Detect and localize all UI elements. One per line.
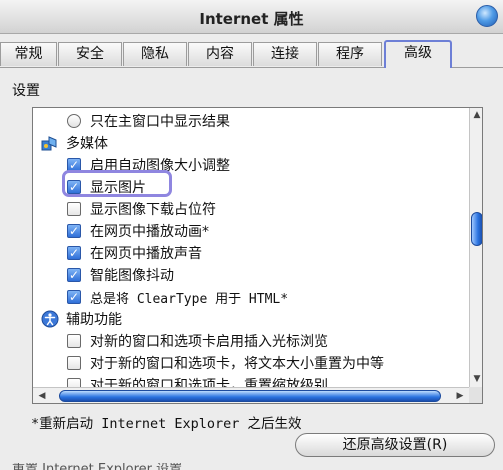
setting-reset-text-size[interactable]: 对于新的窗口和选项卡，将文本大小重置为中等 bbox=[33, 352, 453, 374]
setting-label: 总是将 ClearType 用于 HTML* bbox=[90, 291, 289, 307]
restore-advanced-settings-button[interactable]: 还原高级设置(R) bbox=[295, 433, 495, 457]
setting-show-pictures[interactable]: ✓ 显示图片 bbox=[33, 176, 453, 198]
window-orb-button[interactable] bbox=[476, 5, 498, 27]
checkbox[interactable] bbox=[67, 356, 81, 370]
scroll-up-arrow-icon[interactable]: ▲ bbox=[471, 108, 482, 122]
checkbox[interactable]: ✓ bbox=[67, 268, 81, 282]
horizontal-scrollbar[interactable]: ◀ ▶ bbox=[33, 387, 469, 403]
tab-privacy[interactable]: 隐私 bbox=[123, 42, 187, 66]
setting-cleartype-html[interactable]: ✓ 总是将 ClearType 用于 HTML* bbox=[33, 286, 453, 308]
setting-auto-image-resize[interactable]: ✓ 启用自动图像大小调整 bbox=[33, 154, 453, 176]
scroll-down-arrow-icon[interactable]: ▼ bbox=[471, 372, 482, 386]
category-multimedia: 多媒体 bbox=[33, 132, 453, 154]
checkbox[interactable]: ✓ bbox=[67, 224, 81, 238]
tab-general[interactable]: 常规 bbox=[0, 42, 57, 66]
window-title: Internet 属性 bbox=[199, 10, 304, 28]
tab-advanced[interactable]: 高级 bbox=[384, 40, 452, 68]
setting-label: 只在主窗口中显示结果 bbox=[90, 114, 230, 130]
title-bar: Internet 属性 bbox=[0, 0, 503, 34]
multimedia-icon bbox=[41, 136, 57, 151]
setting-label: 在网页中播放动画* bbox=[90, 224, 209, 240]
setting-play-sounds[interactable]: ✓ 在网页中播放声音 bbox=[33, 242, 453, 264]
checkbox[interactable] bbox=[67, 334, 81, 348]
radio-button[interactable] bbox=[67, 114, 81, 128]
setting-main-window-results[interactable]: 只在主窗口中显示结果 bbox=[33, 110, 453, 132]
checkbox[interactable]: ✓ bbox=[67, 290, 81, 304]
setting-label: 对于新的窗口和选项卡，将文本大小重置为中等 bbox=[90, 356, 384, 372]
setting-label: 在网页中播放声音 bbox=[90, 246, 202, 262]
checkbox[interactable] bbox=[67, 202, 81, 216]
settings-list[interactable]: 只在主窗口中显示结果 多媒体 ✓ 启用自动图像大小调整 ✓ 显示图片 显示图像下… bbox=[32, 107, 483, 404]
tab-strip: 常规 安全 隐私 内容 连接 程序 高级 bbox=[0, 40, 503, 68]
accessibility-icon bbox=[41, 310, 59, 328]
horizontal-scroll-thumb[interactable] bbox=[59, 390, 441, 402]
tab-security[interactable]: 安全 bbox=[58, 42, 122, 66]
setting-play-animations[interactable]: ✓ 在网页中播放动画* bbox=[33, 220, 453, 242]
settings-group-label: 设置 bbox=[12, 83, 40, 99]
setting-smart-dithering[interactable]: ✓ 智能图像抖动 bbox=[33, 264, 453, 286]
vertical-scrollbar[interactable]: ▲ ▼ bbox=[469, 108, 482, 387]
category-label: 辅助功能 bbox=[66, 312, 122, 328]
setting-label: 智能图像抖动 bbox=[90, 268, 174, 284]
tab-content[interactable]: 内容 bbox=[188, 42, 252, 66]
checkbox[interactable]: ✓ bbox=[67, 180, 81, 194]
category-label: 多媒体 bbox=[66, 136, 108, 152]
setting-label: 显示图像下载占位符 bbox=[90, 202, 216, 218]
vertical-scroll-thumb[interactable] bbox=[471, 212, 482, 246]
setting-label: 显示图片 bbox=[90, 180, 146, 196]
scrollbar-corner bbox=[469, 387, 482, 403]
setting-caret-browsing[interactable]: 对新的窗口和选项卡启用插入光标浏览 bbox=[33, 330, 453, 352]
tab-programs[interactable]: 程序 bbox=[318, 42, 382, 66]
scroll-right-arrow-icon[interactable]: ▶ bbox=[453, 388, 467, 403]
setting-label: 启用自动图像大小调整 bbox=[90, 158, 230, 174]
scroll-left-arrow-icon[interactable]: ◀ bbox=[35, 388, 49, 403]
reset-ie-settings-group-label: 重置 Internet Explorer 设置 bbox=[0, 463, 503, 470]
checkbox[interactable]: ✓ bbox=[67, 246, 81, 260]
tab-connections[interactable]: 连接 bbox=[253, 42, 317, 66]
restart-note: *重新启动 Internet Explorer 之后生效 bbox=[31, 416, 302, 432]
checkbox[interactable]: ✓ bbox=[67, 158, 81, 172]
category-accessibility: 辅助功能 bbox=[33, 308, 453, 330]
setting-image-placeholders[interactable]: 显示图像下载占位符 bbox=[33, 198, 453, 220]
setting-label: 对新的窗口和选项卡启用插入光标浏览 bbox=[90, 334, 328, 350]
